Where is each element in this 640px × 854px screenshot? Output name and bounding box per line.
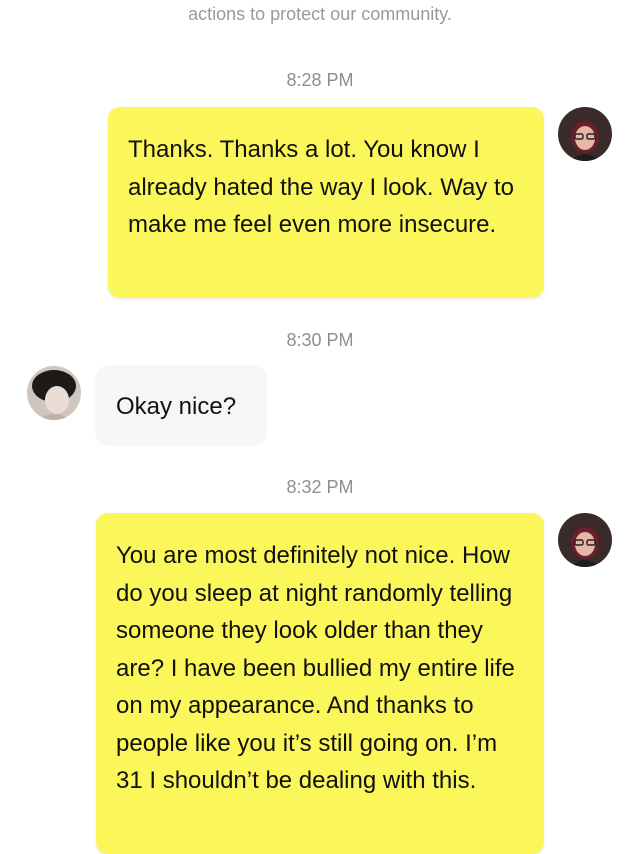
- message-timestamp: 8:28 PM: [286, 70, 354, 90]
- self-avatar-image: [558, 107, 612, 161]
- message-timestamp: 8:30 PM: [286, 330, 354, 350]
- outgoing-message-bubble[interactable]: You are most definitely not nice. How do…: [96, 513, 544, 854]
- message-text: Thanks. Thanks a lot. You know I already…: [128, 136, 514, 238]
- message-timestamp: 8:32 PM: [286, 477, 354, 497]
- outgoing-message-bubble[interactable]: Thanks. Thanks a lot. You know I already…: [108, 107, 544, 298]
- self-avatar[interactable]: [558, 107, 612, 161]
- incoming-message-bubble[interactable]: Okay nice?: [96, 366, 266, 444]
- self-avatar-image: [558, 513, 612, 567]
- message-text: Okay nice?: [116, 393, 237, 420]
- system-notice: actions to protect our community.: [188, 4, 452, 24]
- other-user-avatar-image: [27, 366, 81, 420]
- self-avatar[interactable]: [558, 513, 612, 567]
- other-user-avatar[interactable]: [27, 366, 81, 420]
- message-text: You are most definitely not nice. How do…: [116, 542, 515, 794]
